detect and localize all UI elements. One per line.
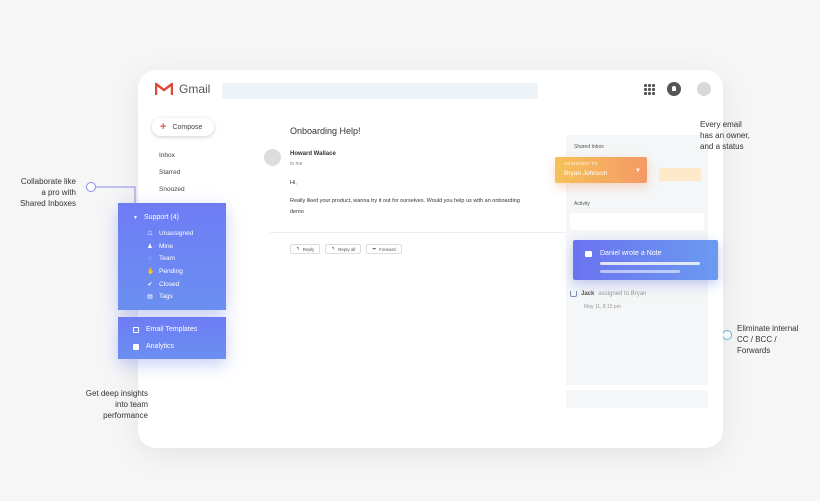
- status-placeholder[interactable]: [659, 168, 701, 181]
- reply-all-label: Reply all: [338, 246, 356, 252]
- note-icon: [585, 251, 592, 257]
- callout-line: CC / BCC /: [737, 335, 777, 344]
- support-item-label: Mine: [159, 242, 174, 250]
- chevron-down-icon: ▼: [635, 168, 641, 174]
- note-activity-card[interactable]: Daniel wrote a Note: [573, 240, 718, 280]
- email-body: Really liked your product, wanna try it …: [290, 198, 520, 215]
- callout-line: Get deep insights: [85, 389, 148, 398]
- nav-item-snoozed[interactable]: Snoozed: [159, 184, 185, 201]
- gmail-m-icon: [155, 82, 173, 95]
- search-input[interactable]: [222, 83, 538, 99]
- support-header[interactable]: ▼ Support (4): [133, 214, 179, 221]
- callout-line: into team: [115, 400, 148, 409]
- support-item-closed[interactable]: ✔ Closed: [147, 278, 193, 291]
- nav-item-starred[interactable]: Starred: [159, 167, 185, 184]
- email-greeting: Hi,: [290, 180, 297, 186]
- collaborate-dot: [86, 182, 96, 192]
- apps-grid-icon[interactable]: [643, 83, 655, 95]
- note-text: Daniel wrote a Note: [600, 250, 662, 257]
- tags-icon: ▤: [147, 294, 153, 301]
- recipient-label: to me: [290, 161, 303, 167]
- team-icon: ◌: [148, 255, 152, 262]
- sender-name: Howard Wallace: [290, 151, 336, 157]
- support-item-tags[interactable]: ▤ Tags: [147, 290, 193, 303]
- gmail-logo[interactable]: Gmail: [155, 82, 210, 96]
- caret-down-icon: ▼: [133, 214, 138, 221]
- compose-label: Compose: [172, 123, 203, 131]
- support-header-label: Support (4): [143, 214, 179, 221]
- callout-line: Eliminate internal: [737, 324, 799, 333]
- support-item-label: Pending: [159, 267, 183, 275]
- compose-button[interactable]: + Compose: [152, 118, 214, 136]
- forward-icon: ➦: [372, 246, 377, 251]
- support-item-pending[interactable]: ✋ Pending: [147, 265, 193, 278]
- activity-actor: Jack: [581, 291, 595, 297]
- closed-icon: ✔: [147, 281, 153, 288]
- callout-line: Forwards: [737, 346, 771, 355]
- support-item-label: Closed: [159, 280, 180, 288]
- support-item-label: Team: [159, 255, 175, 263]
- reply-label: Reply: [302, 246, 315, 252]
- callout-line: and a status: [700, 142, 744, 151]
- note-line: [600, 262, 700, 265]
- reply-icon: ↰: [296, 246, 300, 251]
- note-line: [600, 270, 680, 273]
- callout-line: has an owner,: [700, 131, 750, 140]
- mine-icon: ♟: [147, 243, 153, 250]
- pending-icon: ✋: [147, 268, 155, 275]
- reply-button[interactable]: ↰ Reply: [290, 244, 321, 254]
- support-inbox-panel: ▼ Support (4) ☖ Unassigned ♟ Mine ◌ Team ✋ P…: [118, 203, 226, 310]
- extras-panel: Email Templates Analytics: [118, 317, 226, 359]
- eliminate-dot: [722, 330, 732, 340]
- email-templates-item[interactable]: Email Templates: [133, 326, 197, 333]
- mail-nav: Inbox Starred Snoozed: [159, 150, 185, 201]
- notifications-icon[interactable]: [667, 82, 681, 96]
- sidebar-footer: [566, 390, 708, 408]
- activity-label: Activity: [574, 201, 590, 207]
- activity-input[interactable]: [570, 213, 704, 230]
- support-item-mine[interactable]: ♟ Mine: [147, 240, 193, 253]
- activity-time: May 11, 8:15 pm: [584, 304, 621, 310]
- assignee-name: Bryan Johnson: [564, 170, 608, 177]
- activity-entry: Jack assigned to Bryan: [570, 291, 646, 297]
- callout-line: performance: [103, 411, 148, 420]
- reply-all-icon: ↰: [331, 246, 336, 251]
- support-item-label: Tags: [159, 293, 173, 301]
- callout-collaborate: Collaborate like a pro with Shared Inbox…: [6, 176, 76, 209]
- callout-insights: Get deep insights into team performance: [62, 388, 148, 421]
- templates-icon: [133, 326, 139, 333]
- callout-line: Shared Inboxes: [19, 199, 76, 208]
- inbox-icon: [570, 291, 577, 297]
- plus-icon: +: [160, 120, 167, 133]
- analytics-label: Analytics: [146, 343, 175, 350]
- assigned-label: ASSIGNED TO: [564, 161, 598, 166]
- unassigned-icon: ☖: [147, 230, 153, 237]
- forward-button[interactable]: ➦ Forward: [366, 244, 402, 254]
- account-avatar[interactable]: [697, 82, 711, 96]
- support-item-team[interactable]: ◌ Team: [147, 252, 193, 265]
- email-templates-label: Email Templates: [146, 326, 198, 333]
- forward-label: Forward: [379, 246, 396, 252]
- analytics-item[interactable]: Analytics: [133, 343, 174, 350]
- assigned-to-dropdown[interactable]: ASSIGNED TO Bryan Johnson ▼: [555, 157, 647, 183]
- activity-text: assigned to Bryan: [598, 291, 647, 297]
- analytics-icon: [133, 343, 139, 350]
- callout-owner: Every email has an owner, and a status: [700, 119, 770, 152]
- support-item-unassigned[interactable]: ☖ Unassigned: [147, 227, 193, 240]
- support-item-label: Unassigned: [159, 229, 194, 237]
- email-subject: Onboarding Help!: [290, 126, 361, 136]
- callout-eliminate: Eliminate internal CC / BCC / Forwards: [737, 323, 817, 356]
- gmail-wordmark: Gmail: [179, 82, 211, 96]
- callout-line: Every email: [700, 120, 742, 129]
- nav-item-inbox[interactable]: Inbox: [159, 150, 185, 167]
- callout-line: Collaborate like: [20, 177, 76, 186]
- sender-avatar: [264, 149, 281, 166]
- divider: [270, 232, 566, 233]
- callout-line: a pro with: [41, 188, 76, 197]
- reply-all-button[interactable]: ↰ Reply all: [325, 244, 362, 254]
- shared-inbox-label: Shared Inbox: [574, 144, 604, 150]
